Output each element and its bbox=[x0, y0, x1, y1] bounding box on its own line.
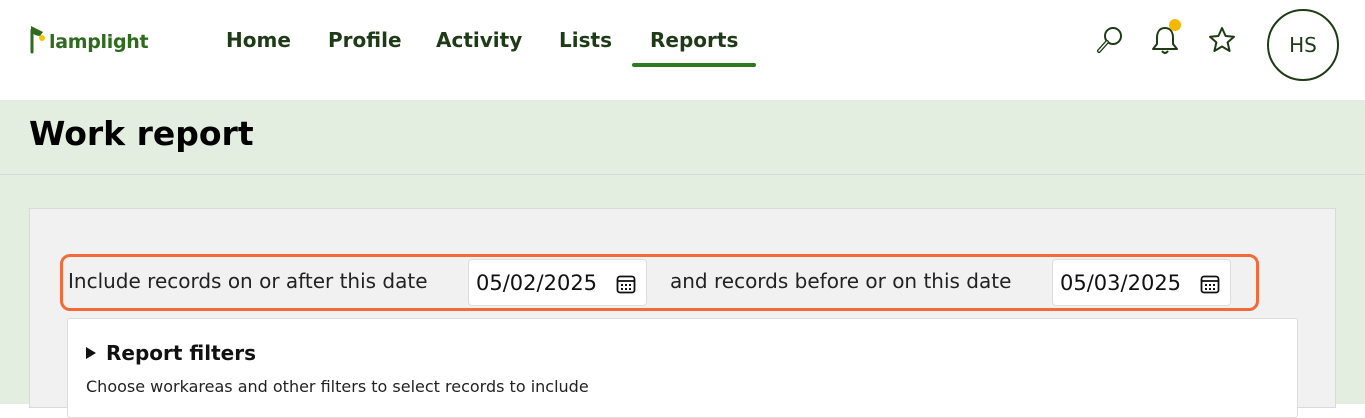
report-filters-panel: Report filters Choose workareas and othe… bbox=[67, 318, 1298, 418]
search-icon bbox=[1097, 27, 1122, 53]
end-date-value: 05/03/2025 bbox=[1060, 270, 1182, 295]
page-header: Work report bbox=[0, 100, 1365, 175]
nav-reports[interactable]: Reports bbox=[631, 26, 757, 67]
calendar-icon[interactable] bbox=[616, 274, 636, 294]
nav-lists[interactable]: Lists bbox=[559, 26, 612, 54]
star-icon bbox=[1209, 27, 1235, 52]
page-title: Work report bbox=[29, 114, 254, 153]
report-filters-heading: Report filters bbox=[106, 341, 256, 365]
user-avatar[interactable]: HS bbox=[1267, 9, 1339, 81]
report-filters-description: Choose workareas and other filters to se… bbox=[86, 377, 589, 396]
start-date-value: 05/02/2025 bbox=[476, 270, 598, 295]
date-range-row: Include records on or after this date 05… bbox=[60, 254, 1259, 311]
report-filters-toggle[interactable]: Report filters bbox=[86, 341, 256, 365]
favourites-button[interactable] bbox=[1204, 22, 1240, 58]
nav-home[interactable]: Home bbox=[226, 26, 291, 54]
nav-activity[interactable]: Activity bbox=[436, 26, 522, 54]
start-date-label: Include records on or after this date bbox=[68, 269, 428, 293]
search-button[interactable] bbox=[1092, 22, 1128, 58]
lamplight-logo[interactable]: lamplight bbox=[28, 18, 149, 54]
logo-text: lamplight bbox=[49, 31, 149, 53]
notification-dot bbox=[1169, 19, 1181, 31]
start-date-input[interactable]: 05/02/2025 bbox=[468, 259, 647, 306]
end-date-label: and records before or on this date bbox=[670, 269, 1012, 293]
top-navigation-bar: lamplight Home Profile Activity Lists Re… bbox=[0, 0, 1365, 100]
end-date-input[interactable]: 05/03/2025 bbox=[1052, 259, 1231, 306]
expand-triangle-icon bbox=[86, 347, 96, 359]
notifications-button[interactable] bbox=[1147, 19, 1183, 58]
calendar-icon[interactable] bbox=[1200, 274, 1220, 294]
lamp-icon bbox=[30, 26, 45, 54]
nav-profile[interactable]: Profile bbox=[328, 26, 402, 54]
